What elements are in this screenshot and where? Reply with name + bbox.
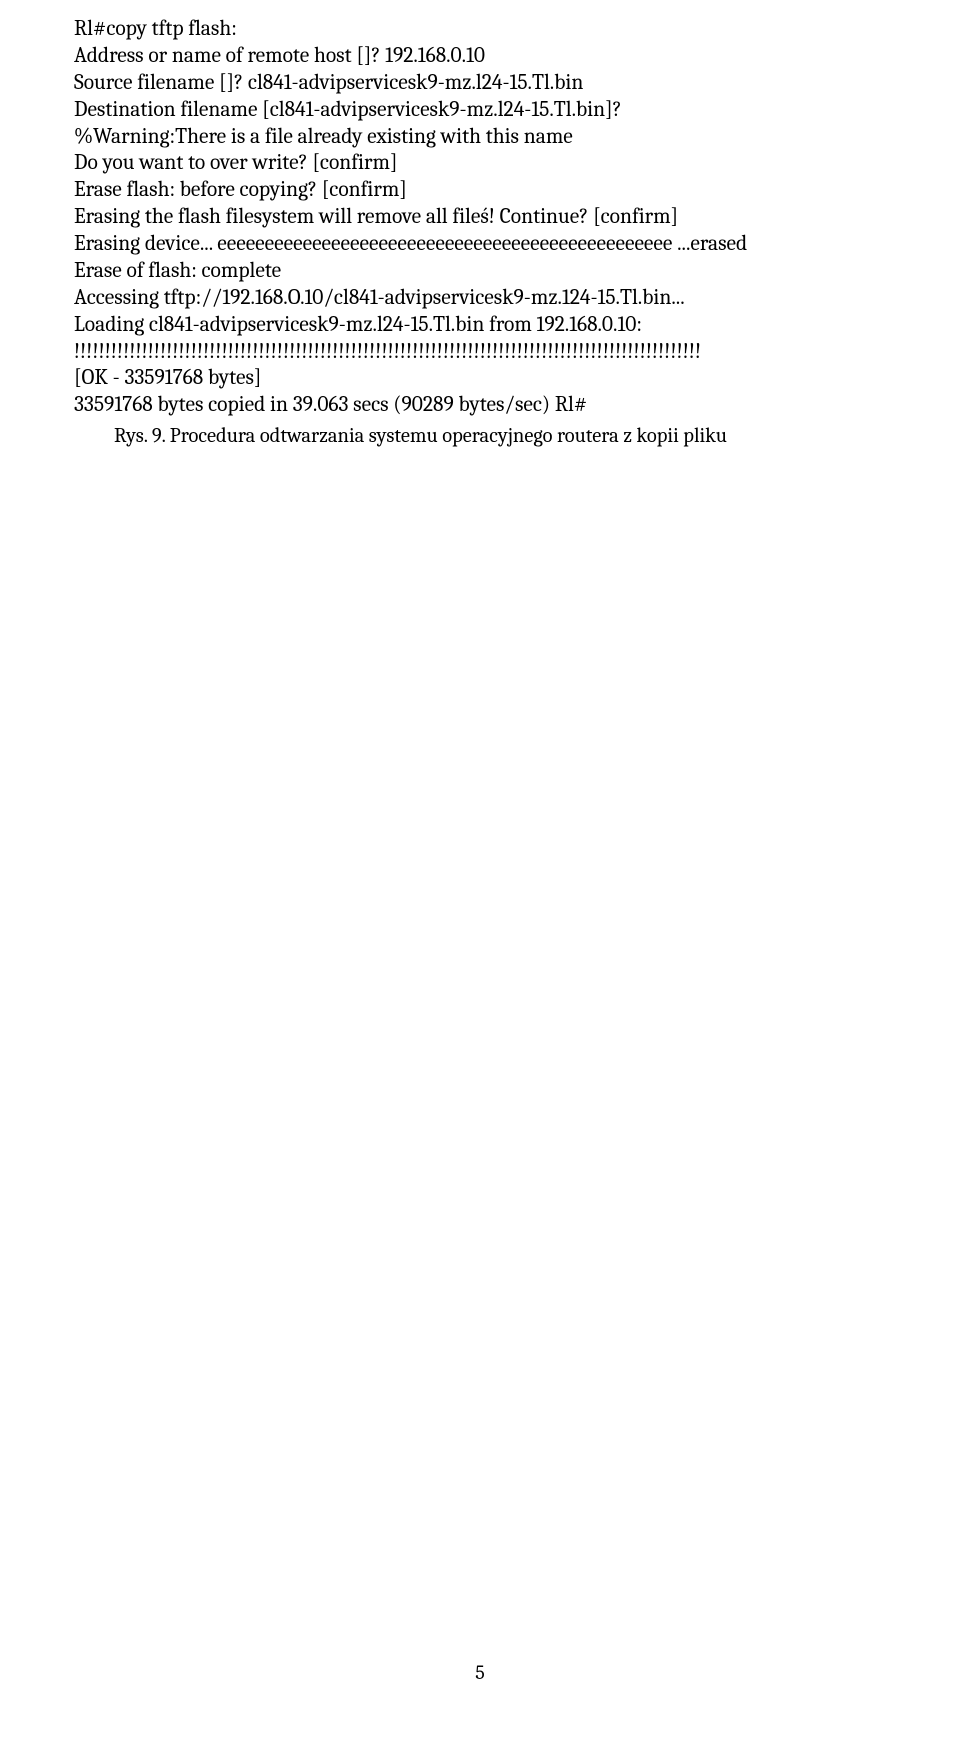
terminal-line: !!!!!!!!!!!!!!!!!!!!!!!!!!!!!!!!!!!!!!!!… <box>74 339 890 366</box>
terminal-line: Erase of flash: complete <box>74 258 890 285</box>
terminal-line: [OK - 33591768 bytes] <box>74 365 890 392</box>
terminal-line: Erasing the flash filesystem will remove… <box>74 204 890 231</box>
terminal-line: Rl#copy tftp flash: <box>74 16 890 43</box>
terminal-line: Address or name of remote host []? 192.1… <box>74 43 890 70</box>
terminal-line: Accessing tftp://192.168.O.10/cl841-advi… <box>74 285 890 312</box>
terminal-line: 33591768 bytes copied in 39.063 secs (90… <box>74 392 890 419</box>
terminal-line: %Warning:There is a file already existin… <box>74 124 890 151</box>
terminal-line: Do you want to over write? [confirm] <box>74 150 890 177</box>
terminal-output: Rl#copy tftp flash: Address or name of r… <box>74 16 890 419</box>
terminal-line: Destination filename [cl841-advipservice… <box>74 97 890 124</box>
page-number: 5 <box>0 1661 960 1684</box>
terminal-line: Loading cl841-advipservicesk9-mz.l24-15.… <box>74 312 890 339</box>
terminal-line: Erasing device... eeeeeeeeeeeeeeeeeeeeee… <box>74 231 890 258</box>
terminal-line: Source filename []? cl841-advipservicesk… <box>74 70 890 97</box>
figure-caption: Rys. 9. Procedura odtwarzania systemu op… <box>74 419 890 451</box>
terminal-line: Erase flash: before copying? [confirm] <box>74 177 890 204</box>
